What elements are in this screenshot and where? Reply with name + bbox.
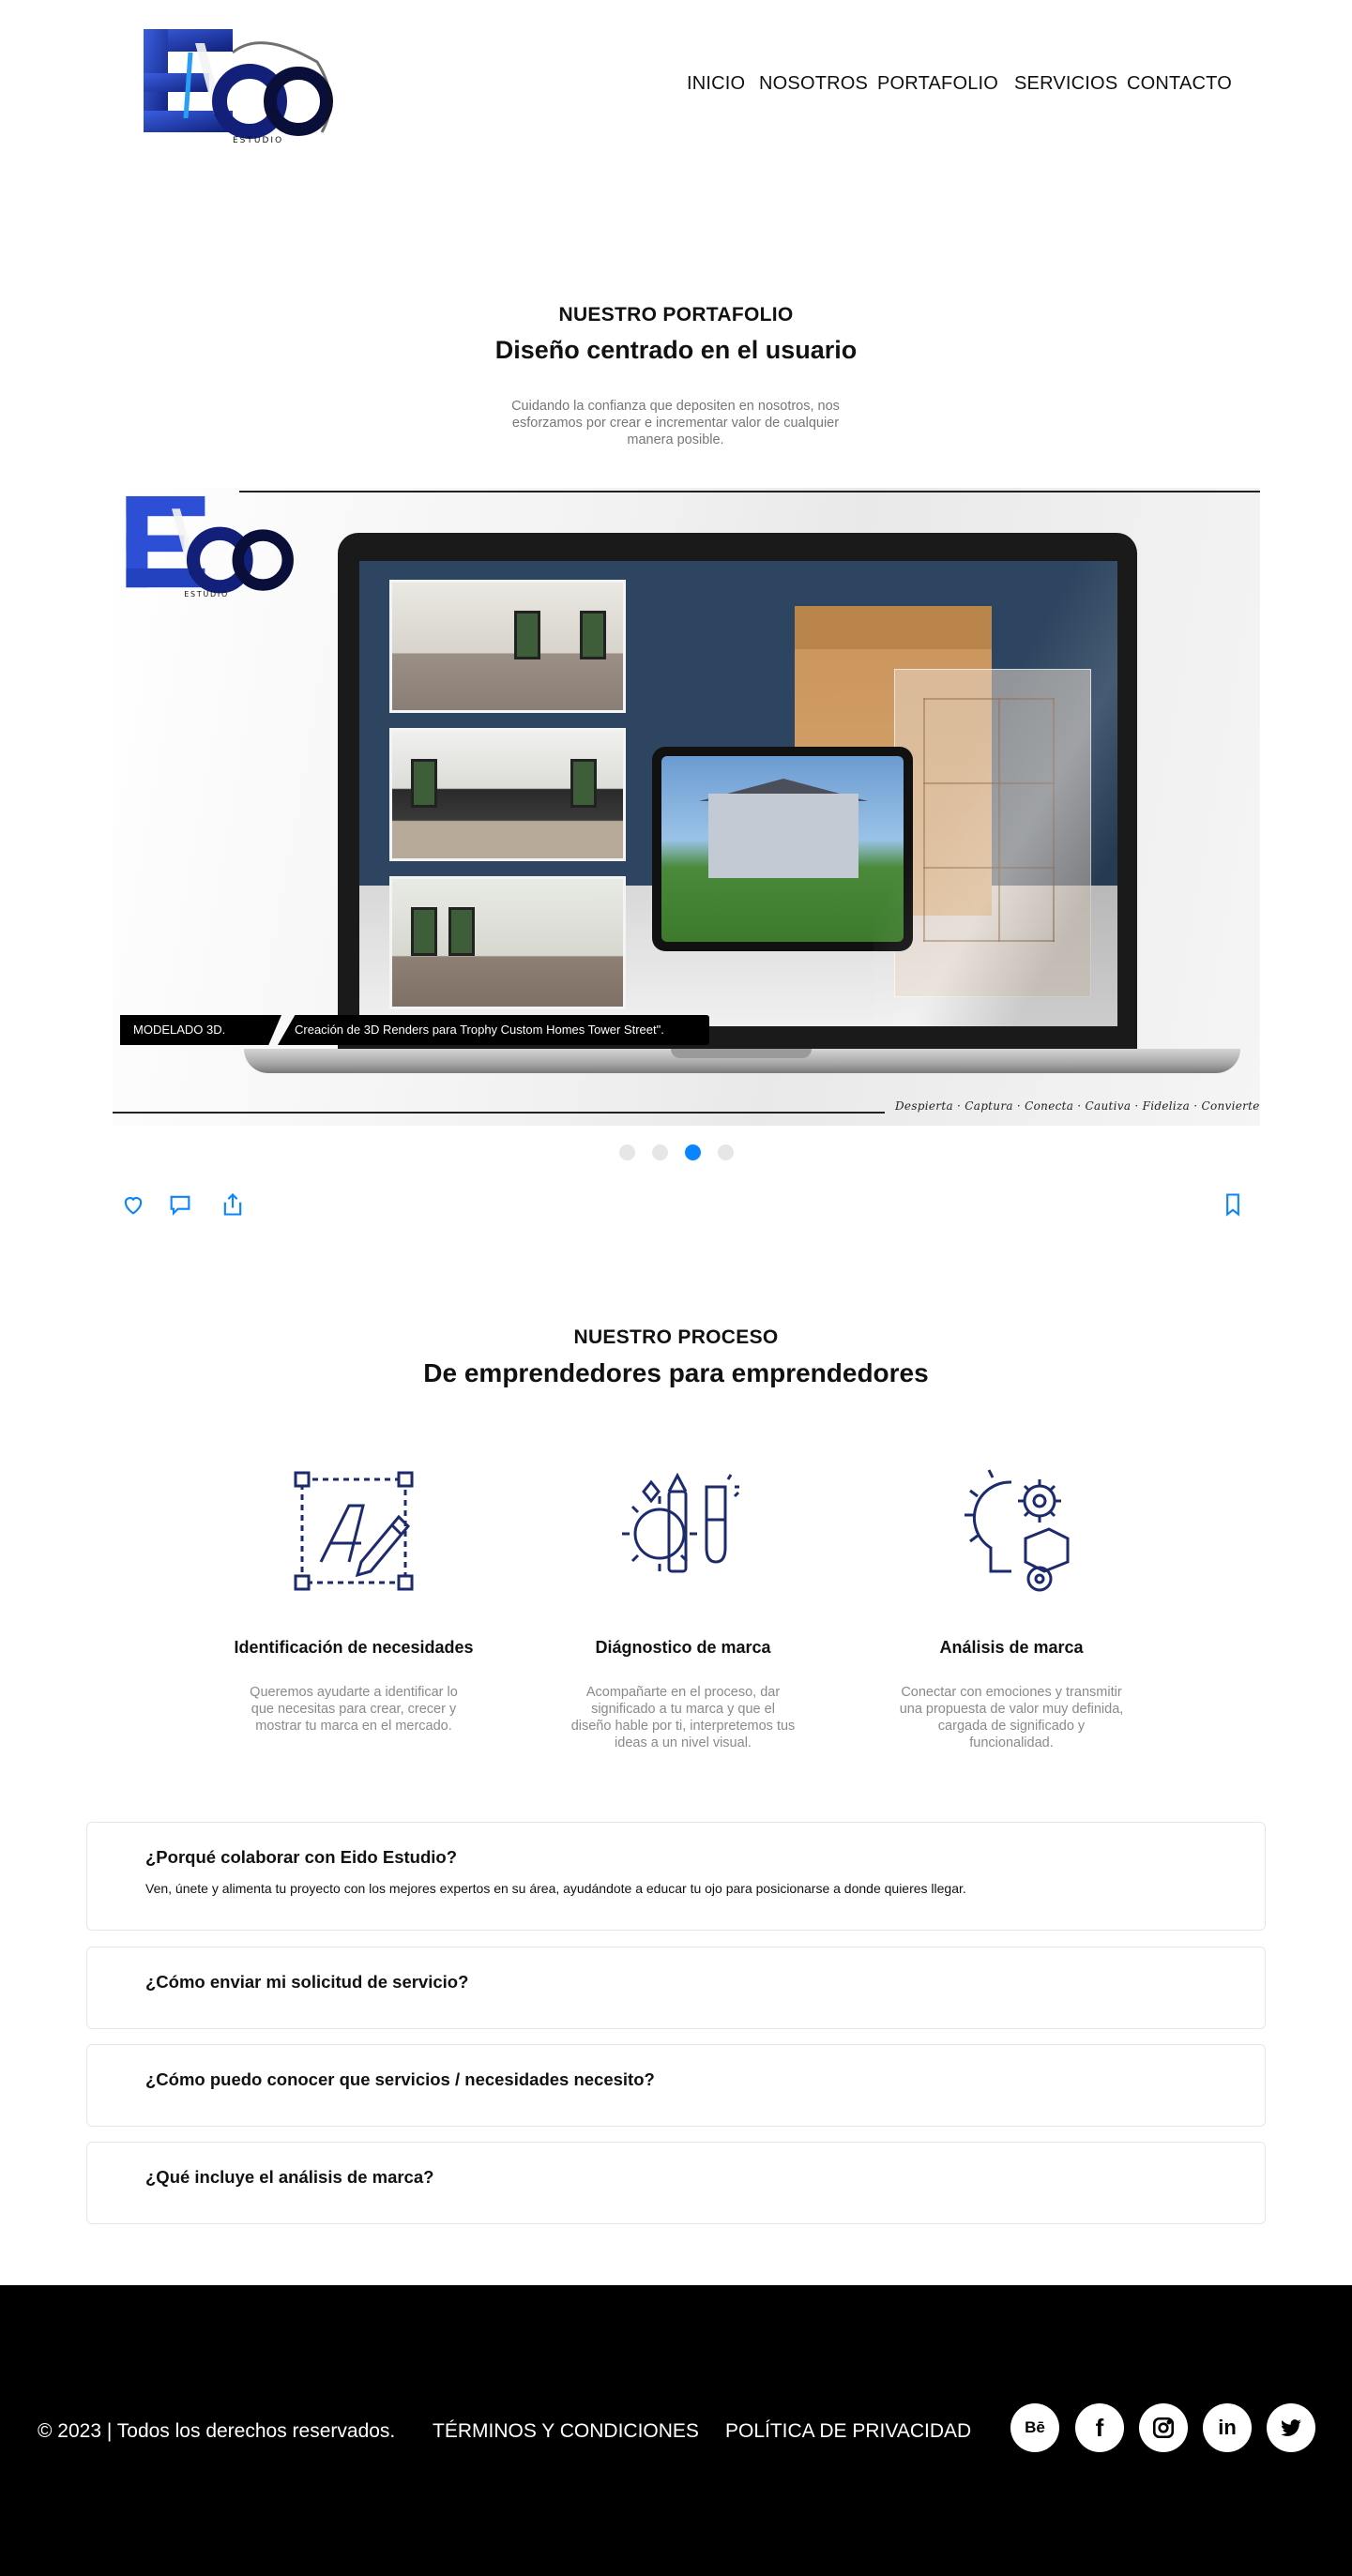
process-title: De emprendedores para emprendedores <box>423 1358 929 1387</box>
process-item-name: Identificación de necesidades <box>234 1638 474 1657</box>
process-item: Análisis de marca Conectar con emociones… <box>871 1468 1152 1751</box>
faq-question[interactable]: ¿Porqué colaborar con Eido Estudio? <box>145 1847 457 1868</box>
laptop-screen <box>359 561 1117 1026</box>
gear-pencil-brush-icon <box>622 1472 740 1573</box>
footer-privacy-link[interactable]: POLÍTICA DE PRIVACIDAD <box>725 2420 971 2443</box>
footer-terms-link[interactable]: TÉRMINOS Y CONDICIONES <box>433 2420 699 2443</box>
site-header: ESTUDIO INICIO NOSOTROS PORTAFOLIO SERVI… <box>0 0 1352 178</box>
slide-logo: ESTUDIO <box>126 495 294 599</box>
faq-item[interactable]: ¿Porqué colaborar con Eido Estudio? Ven,… <box>86 1822 1266 1931</box>
slide-top-rule <box>239 491 1260 492</box>
slide-bottom-rule <box>113 1112 885 1114</box>
nav-servicios[interactable]: SERVICIOS <box>1014 73 1117 95</box>
process-item-desc: Acompañarte en el proceso, dar significa… <box>570 1685 796 1750</box>
nav-nosotros[interactable]: NOSOTROS <box>759 73 868 95</box>
laptop-notch <box>671 1049 812 1058</box>
footer-copyright: © 2023 | Todos los derechos reservados. <box>38 2420 396 2442</box>
render-dining-room <box>389 876 626 1009</box>
linkedin-label: in <box>1218 2416 1237 2439</box>
nav-inicio[interactable]: INICIO <box>687 73 745 95</box>
render-kitchen <box>389 728 626 861</box>
slide-tagline: Despierta · Captura · Conecta · Cautiva … <box>895 1099 1260 1113</box>
faq-item[interactable]: ¿Qué incluye el análisis de marca? <box>86 2142 1266 2224</box>
eido-estudio-logo[interactable]: ESTUDIO <box>139 24 341 146</box>
comment-icon[interactable] <box>167 1191 193 1218</box>
slide-caption: Creación de 3D Renders para Trophy Custo… <box>278 1015 709 1045</box>
slide-category-label: MODELADO 3D. <box>120 1015 281 1045</box>
post-actions <box>120 1191 1251 1221</box>
process-kicker: NUESTRO PROCESO <box>573 1326 779 1348</box>
site-footer: © 2023 | Todos los derechos reservados. … <box>0 2285 1352 2576</box>
faq-item[interactable]: ¿Cómo enviar mi solicitud de servicio? <box>86 1947 1266 2029</box>
heart-icon[interactable] <box>120 1191 146 1218</box>
portfolio-subtitle: Cuidando la confianza que depositen en n… <box>511 399 840 447</box>
carousel-dot[interactable] <box>651 1144 668 1160</box>
behance-icon[interactable]: Bē <box>1010 2403 1059 2452</box>
process-item: Identificación de necesidades Queremos a… <box>213 1468 494 1735</box>
process-item-name: Diágnostico de marca <box>595 1638 771 1657</box>
process-item-name: Análisis de marca <box>939 1638 1084 1657</box>
process-item: Diágnostico de marca Acompañarte en el p… <box>542 1468 824 1751</box>
nav-portafolio[interactable]: PORTAFOLIO <box>877 73 998 95</box>
portfolio-kicker: NUESTRO PORTAFOLIO <box>558 304 794 326</box>
process-item-desc: Conectar con emociones y transmitir una … <box>899 1685 1124 1750</box>
bookmark-icon[interactable] <box>1220 1191 1246 1218</box>
logo-subtext: ESTUDIO <box>233 136 283 145</box>
facebook-icon[interactable]: f <box>1075 2403 1124 2452</box>
carousel-dot-active[interactable] <box>684 1144 701 1160</box>
lightbulb-gears-icon <box>965 1469 1070 1592</box>
share-icon[interactable] <box>220 1191 246 1218</box>
faq-item[interactable]: ¿Cómo puedo conocer que servicios / nece… <box>86 2044 1266 2127</box>
faq-question[interactable]: ¿Cómo puedo conocer que servicios / nece… <box>145 2069 655 2090</box>
carousel-dot[interactable] <box>618 1144 635 1160</box>
faq-question[interactable]: ¿Qué incluye el análisis de marca? <box>145 2167 433 2188</box>
facebook-label: f <box>1095 2413 1104 2442</box>
svg-text:ESTUDIO: ESTUDIO <box>184 590 229 599</box>
design-pen-icon <box>294 1471 414 1591</box>
carousel-dots <box>0 1144 1352 1160</box>
faq-question[interactable]: ¿Cómo enviar mi solicitud de servicio? <box>145 1972 468 1993</box>
instagram-icon[interactable] <box>1139 2403 1188 2452</box>
behance-label: Bē <box>1025 2418 1045 2436</box>
linkedin-icon[interactable]: in <box>1203 2403 1252 2452</box>
render-living-room <box>389 580 626 713</box>
twitter-icon[interactable] <box>1267 2403 1315 2452</box>
portfolio-title: Diseño centrado en el usuario <box>494 336 858 364</box>
portfolio-slide[interactable]: ESTUDIO MODELADO 3D. Creación de 3D Rend… <box>113 488 1260 1126</box>
process-item-desc: Queremos ayudarte a identificar lo que n… <box>250 1685 458 1734</box>
nav-contacto[interactable]: CONTACTO <box>1127 73 1232 95</box>
carousel-dot[interactable] <box>717 1144 734 1160</box>
faq-answer: Ven, únete y alimenta tu proyecto con lo… <box>145 1881 966 1896</box>
